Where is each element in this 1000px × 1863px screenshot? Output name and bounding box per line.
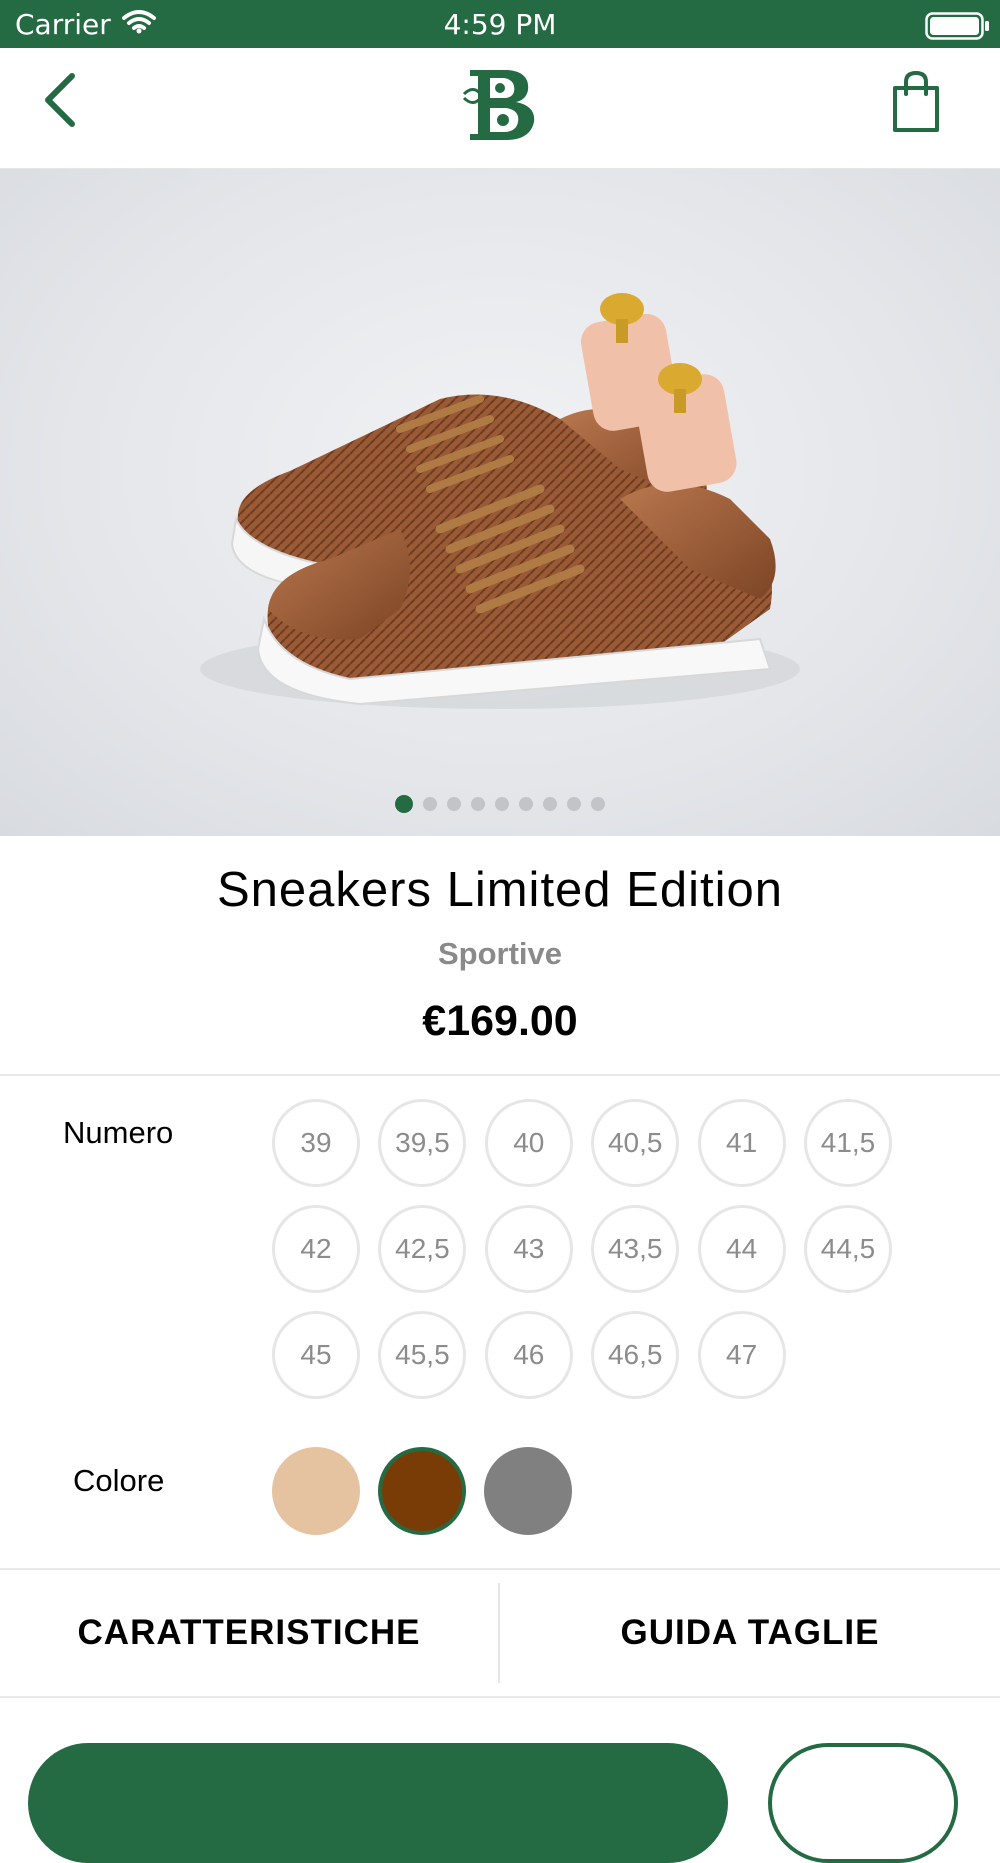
detail-tabs: CARATTERISTICHE GUIDA TAGLIE [0,1569,1000,1696]
size-option[interactable]: 39,5 [378,1099,467,1187]
product-category: Sportive [437,936,563,971]
size-option[interactable]: 45,5 [378,1311,467,1399]
add-to-cart-button[interactable] [28,1743,728,1863]
clock-label: 4:59 PM [443,8,557,41]
divider [0,1696,1000,1698]
product-image-carousel[interactable] [0,169,1000,836]
pager-dot[interactable] [567,797,581,811]
color-label: Colore [73,1463,165,1498]
size-option[interactable]: 46 [484,1311,573,1399]
pager-dot[interactable] [543,797,557,811]
shopping-bag-icon [893,70,939,132]
size-option[interactable]: 41 [697,1099,786,1187]
pager-dot[interactable] [591,797,605,811]
product-price: €169.00 [422,997,578,1045]
back-button[interactable] [38,70,86,130]
size-option[interactable]: 41,5 [804,1099,892,1187]
size-option[interactable]: 43 [484,1205,573,1293]
pager-dot[interactable] [471,797,485,811]
brand-logo[interactable] [458,64,542,144]
product-photo [200,293,800,709]
pager-dot[interactable] [395,795,413,813]
navigation-bar [0,48,1000,169]
size-option[interactable]: 39 [272,1099,360,1187]
size-option[interactable]: 42,5 [378,1205,467,1293]
color-swatch[interactable] [272,1447,360,1535]
tab-features[interactable]: CARATTERISTICHE [0,1569,498,1696]
size-label: Numero [63,1115,174,1150]
color-swatch[interactable] [378,1447,466,1535]
size-option[interactable]: 47 [697,1311,786,1399]
secondary-action-button[interactable] [768,1743,958,1863]
divider [0,1074,1000,1076]
color-swatch[interactable] [484,1447,572,1535]
size-option[interactable]: 40 [484,1099,573,1187]
battery-icon [925,12,991,44]
product-title: Sneakers Limited Edition [216,863,783,917]
brand-b-logo [460,66,540,142]
pager-dot[interactable] [495,797,509,811]
carousel-pager[interactable] [0,795,1000,817]
size-option[interactable]: 43,5 [591,1205,680,1293]
size-option[interactable]: 44,5 [804,1205,892,1293]
cart-button[interactable] [890,70,942,134]
pager-dot[interactable] [447,797,461,811]
status-bar: Carrier 4:59 PM [0,0,1000,48]
pager-dot[interactable] [423,797,437,811]
size-option[interactable]: 46,5 [591,1311,680,1399]
size-option[interactable]: 44 [697,1205,786,1293]
size-option[interactable]: 45 [272,1311,360,1399]
chevron-left-icon [45,73,75,127]
size-option[interactable]: 40,5 [591,1099,680,1187]
size-option[interactable]: 42 [272,1205,360,1293]
pager-dot[interactable] [519,797,533,811]
tab-size-guide[interactable]: GUIDA TAGLIE [500,1569,1000,1696]
